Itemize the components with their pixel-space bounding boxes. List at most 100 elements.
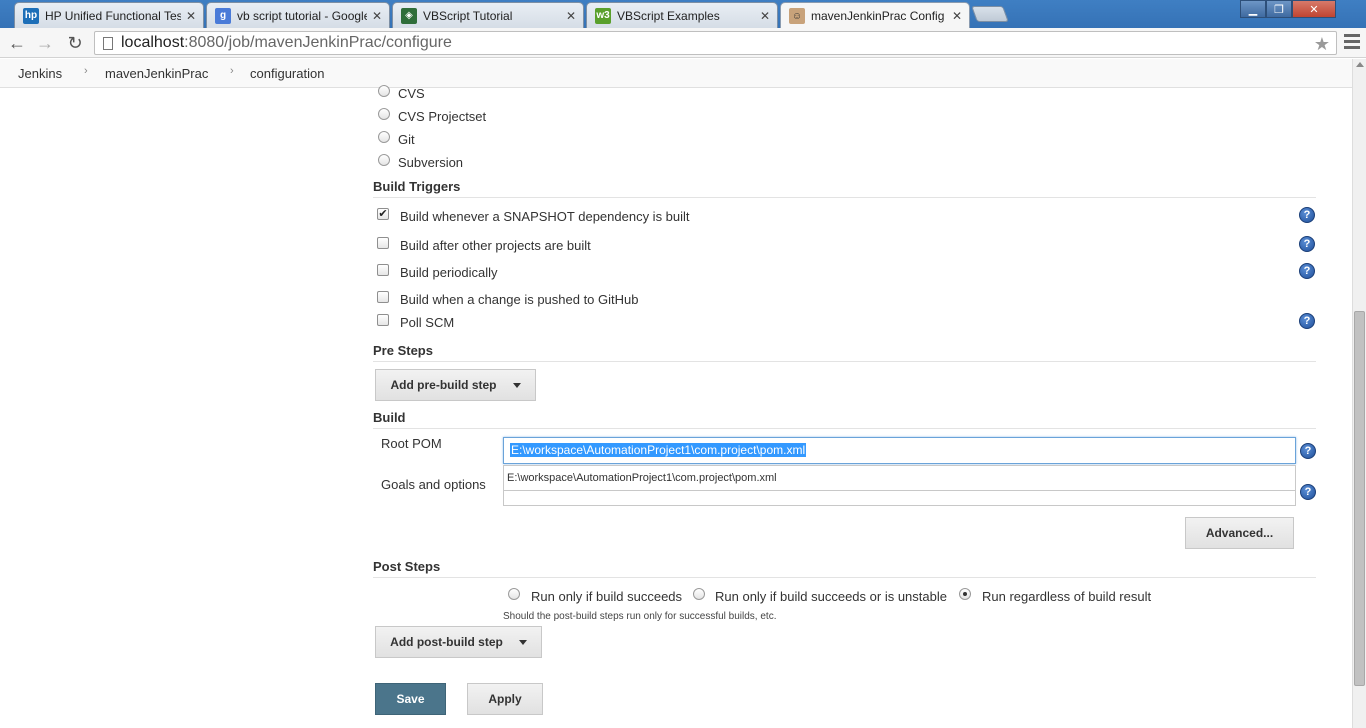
page-icon bbox=[103, 37, 113, 50]
trigger-checkbox-poll-scm[interactable] bbox=[377, 314, 389, 326]
add-pre-build-step-button[interactable]: Add pre-build step bbox=[375, 369, 536, 401]
reload-icon[interactable]: ↻ bbox=[64, 32, 86, 54]
breadcrumb: Jenkins › mavenJenkinPrac › configuratio… bbox=[0, 59, 1352, 88]
new-tab-button[interactable] bbox=[971, 6, 1009, 22]
browser-tab-strip: hp HP Unified Functional Tes ✕ g vb scri… bbox=[0, 0, 1366, 29]
scm-option-label: Git bbox=[398, 132, 415, 147]
help-icon[interactable]: ? bbox=[1300, 443, 1316, 459]
scm-radio-cvs-projectset[interactable] bbox=[378, 108, 390, 120]
apply-button[interactable]: Apply bbox=[467, 683, 543, 715]
section-title-post-steps: Post Steps bbox=[373, 559, 441, 574]
hp-favicon-icon: hp bbox=[23, 7, 39, 24]
save-button[interactable]: Save bbox=[375, 683, 446, 715]
help-icon[interactable]: ? bbox=[1299, 236, 1315, 252]
window-controls: ▁ ❐ ✕ bbox=[1240, 0, 1336, 18]
browser-tab-jenkins-config[interactable]: ☺ mavenJenkinPrac Config [ ✕ bbox=[780, 2, 970, 29]
section-divider bbox=[373, 361, 1316, 362]
window-close-icon[interactable]: ✕ bbox=[1292, 0, 1336, 18]
post-step-radio-succeeds-or-unstable[interactable] bbox=[693, 588, 705, 600]
bookmark-star-icon[interactable]: ★ bbox=[1314, 33, 1330, 55]
tab-close-icon[interactable]: ✕ bbox=[185, 9, 197, 23]
save-button-label: Save bbox=[396, 692, 425, 706]
breadcrumb-configuration[interactable]: configuration bbox=[250, 66, 324, 81]
add-post-build-step-label: Add post-build step bbox=[390, 635, 503, 649]
tab-close-icon[interactable]: ✕ bbox=[951, 9, 963, 23]
post-step-radio-succeeds[interactable] bbox=[508, 588, 520, 600]
scm-option-label: CVS bbox=[398, 86, 425, 101]
apply-button-label: Apply bbox=[488, 692, 522, 706]
url-path: :8080/job/mavenJenkinPrac/configure bbox=[184, 34, 452, 51]
goals-options-input[interactable] bbox=[503, 490, 1296, 506]
tab-close-icon[interactable]: ✕ bbox=[759, 9, 771, 23]
help-icon[interactable]: ? bbox=[1300, 484, 1316, 500]
trigger-label: Poll SCM bbox=[400, 315, 455, 330]
dropdown-caret-icon bbox=[518, 639, 527, 645]
tab-close-icon[interactable]: ✕ bbox=[565, 9, 577, 23]
browser-tab-title: VBScript Tutorial bbox=[423, 8, 513, 23]
breadcrumb-job[interactable]: mavenJenkinPrac bbox=[105, 66, 208, 81]
window-maximize-icon[interactable]: ❐ bbox=[1266, 0, 1292, 18]
browser-menu-icon[interactable] bbox=[1344, 34, 1360, 52]
section-divider bbox=[373, 428, 1316, 429]
help-icon[interactable]: ? bbox=[1299, 263, 1315, 279]
browser-tab-title: mavenJenkinPrac Config [ bbox=[811, 9, 947, 23]
browser-tab-vbscript-tutorial[interactable]: ◈ VBScript Tutorial ✕ bbox=[392, 2, 584, 28]
jenkins-favicon-icon: ☺ bbox=[789, 8, 805, 24]
scroll-up-arrow-icon[interactable] bbox=[1356, 62, 1364, 67]
trigger-label: Build when a change is pushed to GitHub bbox=[400, 292, 639, 307]
browser-tab-title: vb script tutorial - Google bbox=[237, 8, 367, 23]
trigger-label: Build after other projects are built bbox=[400, 238, 591, 253]
section-divider bbox=[373, 577, 1316, 578]
dropdown-caret-icon bbox=[512, 382, 521, 388]
post-step-option-label: Run only if build succeeds bbox=[531, 589, 683, 604]
back-arrow-icon[interactable]: ← bbox=[6, 32, 28, 54]
goals-options-label: Goals and options bbox=[381, 477, 486, 492]
scm-option-label: Subversion bbox=[398, 155, 464, 170]
section-title-pre-steps: Pre Steps bbox=[373, 343, 433, 358]
trigger-checkbox-snapshot[interactable]: ✔ bbox=[377, 208, 389, 220]
tab-close-icon[interactable]: ✕ bbox=[371, 9, 383, 23]
browser-tab-hp-uft[interactable]: hp HP Unified Functional Tes ✕ bbox=[14, 2, 204, 28]
root-pom-input[interactable]: E:\workspace\AutomationProject1\com.proj… bbox=[503, 437, 1296, 464]
advanced-button[interactable]: Advanced... bbox=[1185, 517, 1294, 549]
trigger-checkbox-after-other-projects[interactable] bbox=[377, 237, 389, 249]
forward-arrow-icon[interactable]: → bbox=[34, 32, 56, 54]
browser-tab-title: VBScript Examples bbox=[617, 8, 720, 23]
trigger-label: Build whenever a SNAPSHOT dependency is … bbox=[400, 209, 690, 224]
post-step-option-label: Run regardless of build result bbox=[982, 589, 1152, 604]
scm-radio-subversion[interactable] bbox=[378, 154, 390, 166]
browser-tab-title: HP Unified Functional Tes bbox=[45, 8, 181, 23]
add-post-build-step-button[interactable]: Add post-build step bbox=[375, 626, 542, 658]
root-pom-selected-text: E:\workspace\AutomationProject1\com.proj… bbox=[510, 443, 807, 457]
url-host: localhost bbox=[121, 34, 185, 51]
w3schools-favicon-icon: w3 bbox=[595, 7, 611, 24]
post-step-option-label: Run only if build succeeds or is unstabl… bbox=[715, 589, 947, 604]
help-icon[interactable]: ? bbox=[1299, 207, 1315, 223]
add-pre-build-step-label: Add pre-build step bbox=[390, 378, 497, 392]
breadcrumb-separator-icon: › bbox=[84, 65, 88, 77]
breadcrumb-separator-icon: › bbox=[230, 65, 234, 77]
breadcrumb-jenkins[interactable]: Jenkins bbox=[18, 66, 62, 81]
advanced-button-label: Advanced... bbox=[1205, 526, 1274, 540]
browser-tab-google[interactable]: g vb script tutorial - Google ✕ bbox=[206, 2, 390, 28]
section-title-build: Build bbox=[373, 410, 406, 425]
window-minimize-icon[interactable]: ▁ bbox=[1240, 0, 1266, 18]
help-icon[interactable]: ? bbox=[1299, 313, 1315, 329]
scm-radio-cvs[interactable] bbox=[378, 85, 390, 97]
post-steps-hint: Should the post-build steps run only for… bbox=[503, 611, 777, 622]
post-step-radio-regardless[interactable] bbox=[959, 588, 971, 600]
section-divider bbox=[373, 197, 1316, 198]
scrollbar-thumb[interactable] bbox=[1354, 311, 1365, 686]
trigger-checkbox-github-push[interactable] bbox=[377, 291, 389, 303]
section-title-build-triggers: Build Triggers bbox=[373, 179, 461, 194]
tutorial-favicon-icon: ◈ bbox=[401, 7, 417, 24]
autocomplete-suggestion[interactable]: E:\workspace\AutomationProject1\com.proj… bbox=[503, 465, 1296, 491]
browser-toolbar: ← → ↻ localhost:8080/job/mavenJenkinPrac… bbox=[0, 28, 1366, 58]
root-pom-label: Root POM bbox=[381, 436, 442, 451]
trigger-checkbox-periodically[interactable] bbox=[377, 264, 389, 276]
address-bar[interactable]: localhost:8080/job/mavenJenkinPrac/confi… bbox=[94, 31, 1337, 55]
browser-tab-vbscript-examples[interactable]: w3 VBScript Examples ✕ bbox=[586, 2, 778, 28]
scm-radio-git[interactable] bbox=[378, 131, 390, 143]
google-favicon-icon: g bbox=[215, 7, 231, 24]
page-scrollbar[interactable] bbox=[1352, 59, 1366, 728]
